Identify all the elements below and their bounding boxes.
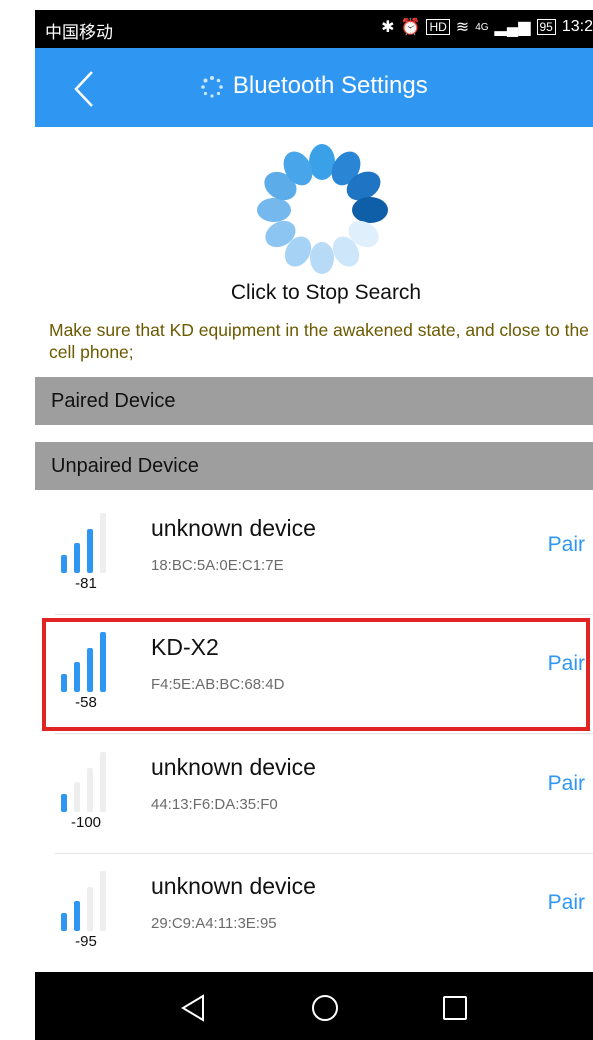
unpaired-header-label: Unpaired Device (51, 455, 199, 477)
rssi-value: -95 (75, 933, 97, 950)
network-type: 4G (475, 21, 489, 33)
nav-recents-icon[interactable] (437, 990, 473, 1026)
signal-strength-icon (61, 632, 106, 692)
signal-bar (100, 513, 106, 573)
page-title: Bluetooth Settings (35, 72, 593, 100)
row-divider (55, 853, 593, 854)
device-row[interactable]: -100 unknown device 44:13:F6:DA:35:F0 Pa… (35, 736, 593, 854)
device-row[interactable]: -81 unknown device 18:BC:5A:0E:C1:7E Pai… (35, 497, 593, 615)
paired-devices-header: Paired Device (35, 377, 593, 425)
stop-search-button[interactable]: Click to Stop Search (35, 281, 593, 305)
signal-bar (61, 555, 67, 573)
pair-button[interactable]: Pair (548, 891, 585, 915)
search-hint: Make sure that KD equipment in the awake… (49, 320, 589, 362)
search-spinner[interactable] (252, 140, 392, 280)
device-mac: F4:5E:AB:BC:68:4D (151, 676, 285, 693)
nav-back-icon[interactable] (175, 990, 211, 1026)
nav-home-icon[interactable] (307, 990, 343, 1026)
row-divider (55, 733, 593, 734)
signal-bar (61, 794, 67, 812)
device-row[interactable]: -58 KD-X2 F4:5E:AB:BC:68:4D Pair (35, 616, 593, 734)
bluetooth-icon: ✱ (381, 19, 395, 36)
system-nav-bar (35, 972, 593, 1040)
alarm-icon: ⏰ (400, 19, 421, 36)
pair-button[interactable]: Pair (548, 533, 585, 557)
signal-bar (61, 674, 67, 692)
device-row[interactable]: -95 unknown device 29:C9:A4:11:3E:95 Pai… (35, 855, 593, 973)
row-divider (55, 614, 593, 615)
status-icons: ✱ ⏰ HD ≋ 4G ▂▄▆ 95 13:2 (381, 17, 593, 37)
wifi-icon: ≋ (455, 19, 470, 36)
pair-button[interactable]: Pair (548, 652, 585, 676)
signal-strength-icon (61, 752, 106, 812)
loading-spinner-icon (257, 144, 388, 274)
signal-bar (100, 632, 106, 692)
signal-bar (74, 782, 80, 812)
battery-level: 95 (536, 19, 556, 35)
rssi-value: -58 (75, 694, 97, 711)
signal-bar (74, 901, 80, 931)
loading-small-icon (201, 75, 224, 98)
signal-bar (61, 913, 67, 931)
clock: 13:2 (561, 18, 593, 35)
device-mac: 29:C9:A4:11:3E:95 (151, 915, 277, 932)
signal-strength-icon (61, 513, 106, 573)
signal-bar (100, 871, 106, 931)
paired-header-label: Paired Device (51, 390, 176, 412)
unpaired-devices-header: Unpaired Device (35, 442, 593, 490)
signal-strength-icon (61, 871, 106, 931)
signal-bar (87, 887, 93, 931)
device-name: unknown device (151, 873, 316, 899)
signal-bar (87, 529, 93, 573)
device-mac: 44:13:F6:DA:35:F0 (151, 796, 278, 813)
device-name: KD-X2 (151, 634, 219, 660)
hd-badge: HD (426, 19, 450, 35)
pair-button[interactable]: Pair (548, 772, 585, 796)
signal-bar (74, 662, 80, 692)
signal-bar (87, 768, 93, 812)
title-text: Bluetooth Settings (232, 72, 428, 99)
signal-bar (87, 648, 93, 692)
device-mac: 18:BC:5A:0E:C1:7E (151, 557, 284, 574)
app-screen: 中国移动 ✱ ⏰ HD ≋ 4G ▂▄▆ 95 13:2 Bluetooth S… (35, 0, 593, 1040)
rssi-value: -100 (70, 814, 102, 831)
signal-bar (74, 543, 80, 573)
app-bar: Bluetooth Settings (35, 48, 593, 127)
rssi-value: -81 (75, 575, 97, 592)
signal-bar (100, 752, 106, 812)
carrier-label: 中国移动 (45, 23, 113, 42)
cell-signal-icon: ▂▄▆ (494, 19, 531, 36)
device-name: unknown device (151, 754, 316, 780)
device-name: unknown device (151, 515, 316, 541)
status-bar: 中国移动 ✱ ⏰ HD ≋ 4G ▂▄▆ 95 13:2 (35, 10, 593, 48)
